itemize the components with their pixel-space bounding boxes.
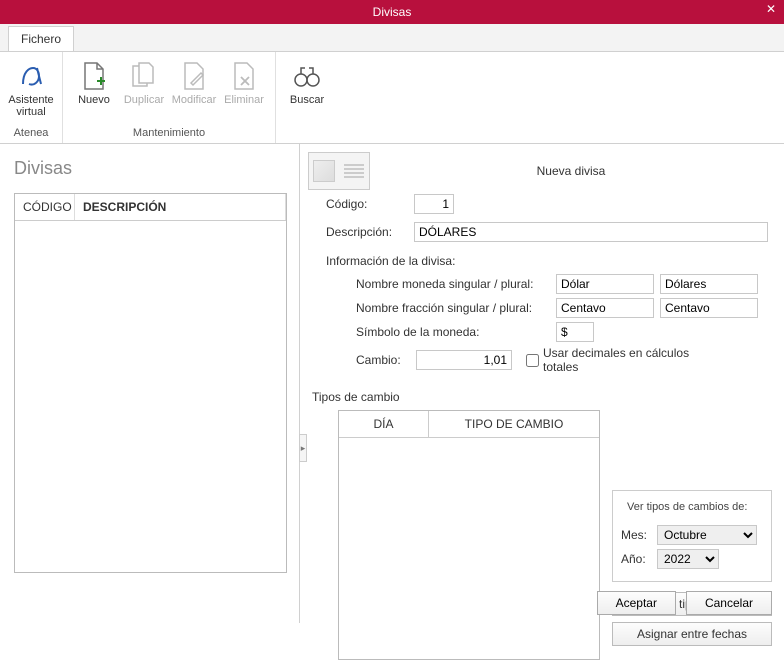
expander-handle[interactable]: ▸ — [299, 434, 307, 462]
nombre-moneda-label: Nombre moneda singular / plural: — [356, 277, 556, 291]
eliminar-button[interactable]: Eliminar — [219, 56, 269, 125]
titlebar: Divisas ✕ — [0, 0, 784, 24]
codigo-label: Código: — [326, 197, 414, 211]
group-label-atenea: Atenea — [14, 125, 49, 141]
codigo-input[interactable] — [414, 194, 454, 214]
asistente-virtual-button[interactable]: Asistente virtual — [6, 56, 56, 125]
cancelar-button[interactable]: Cancelar — [686, 591, 772, 615]
asignar-fechas-button[interactable]: Asignar entre fechas — [612, 622, 772, 646]
row-cambio: Cambio: Usar decimales en cálculos total… — [308, 344, 772, 376]
thumb-icon — [313, 160, 335, 182]
nombre-fraccion-label: Nombre fracción singular / plural: — [356, 301, 556, 315]
alpha-icon — [15, 60, 47, 92]
asistente-label: Asistente virtual — [8, 94, 54, 118]
group-label-empty — [305, 125, 308, 141]
simbolo-label: Símbolo de la moneda: — [356, 325, 556, 339]
grid-header: CÓDIGO DESCRIPCIÓN — [15, 194, 286, 221]
decimales-checkbox-wrap[interactable]: Usar decimales en cálculos totales — [526, 346, 726, 374]
lines-icon — [339, 153, 369, 189]
row-simbolo: Símbolo de la moneda: — [308, 320, 772, 344]
nuevo-label: Nuevo — [78, 94, 110, 106]
ribbon-tabstrip: Fichero — [0, 24, 784, 52]
page-title: Divisas — [14, 158, 287, 179]
panel-title: Nueva divisa — [370, 164, 772, 178]
group-label-mant: Mantenimiento — [133, 125, 205, 141]
modificar-button[interactable]: Modificar — [169, 56, 219, 125]
duplicate-icon — [128, 60, 160, 92]
nuevo-button[interactable]: Nuevo — [69, 56, 119, 125]
new-doc-icon — [78, 60, 110, 92]
tipos-grid-header: DÍA TIPO DE CAMBIO — [339, 411, 599, 438]
decimales-checkbox[interactable] — [526, 354, 539, 367]
col-codigo[interactable]: CÓDIGO — [15, 194, 75, 220]
dialog-footer: Aceptar Cancelar — [597, 591, 772, 615]
row-mes: Mes: Octubre — [621, 525, 763, 545]
ver-tipos-fieldset: Ver tipos de cambios de: Mes: Octubre Añ… — [612, 490, 772, 582]
row-nombre-fraccion: Nombre fracción singular / plural: — [308, 296, 772, 320]
main-area: Divisas CÓDIGO DESCRIPCIÓN ▸ Nueva divis… — [0, 144, 784, 623]
aceptar-button[interactable]: Aceptar — [597, 591, 676, 615]
binoculars-icon — [291, 60, 323, 92]
ribbon-group-mantenimiento: Nuevo Duplicar Modificar Eliminar — [63, 52, 276, 143]
ribbon-group-buscar: Buscar — [276, 52, 338, 143]
duplicar-label: Duplicar — [124, 94, 164, 106]
ano-label: Año: — [621, 552, 657, 566]
panel-header: Nueva divisa — [308, 152, 772, 190]
left-panel: Divisas CÓDIGO DESCRIPCIÓN — [0, 144, 300, 623]
close-icon[interactable]: ✕ — [766, 2, 776, 16]
descripcion-label: Descripción: — [326, 225, 414, 239]
nombre-fraccion-plur-input[interactable] — [660, 298, 758, 318]
ribbon-group-atenea: Asistente virtual Atenea — [0, 52, 63, 143]
mes-select[interactable]: Octubre — [657, 525, 757, 545]
cambio-label: Cambio: — [356, 353, 416, 367]
nombre-moneda-sing-input[interactable] — [556, 274, 654, 294]
col-tipo-cambio[interactable]: TIPO DE CAMBIO — [429, 411, 599, 437]
delete-icon — [228, 60, 260, 92]
row-ano: Año: 2022 — [621, 549, 763, 569]
buscar-label: Buscar — [290, 94, 324, 106]
buscar-button[interactable]: Buscar — [282, 56, 332, 125]
row-codigo: Código: — [308, 194, 772, 214]
modificar-label: Modificar — [172, 94, 217, 106]
row-descripcion: Descripción: — [308, 222, 772, 242]
duplicar-button[interactable]: Duplicar — [119, 56, 169, 125]
info-label: Información de la divisa: — [308, 246, 772, 272]
eliminar-label: Eliminar — [224, 94, 264, 106]
mes-label: Mes: — [621, 528, 657, 542]
nombre-moneda-plur-input[interactable] — [660, 274, 758, 294]
tipos-label: Tipos de cambio — [308, 376, 772, 410]
window-title: Divisas — [373, 5, 412, 19]
decimales-label: Usar decimales en cálculos totales — [543, 346, 726, 374]
row-nombre-moneda: Nombre moneda singular / plural: — [308, 272, 772, 296]
ribbon: Asistente virtual Atenea Nuevo Duplicar — [0, 52, 784, 144]
edit-icon — [178, 60, 210, 92]
ver-tipos-label: Ver tipos de cambios de: — [623, 501, 751, 513]
divisas-grid[interactable]: CÓDIGO DESCRIPCIÓN — [14, 193, 287, 573]
ano-select[interactable]: 2022 — [657, 549, 719, 569]
detail-panel: ▸ Nueva divisa Código: Descripción: Info… — [300, 144, 784, 623]
cambio-input[interactable] — [416, 350, 512, 370]
col-dia[interactable]: DÍA — [339, 411, 429, 437]
col-descripcion[interactable]: DESCRIPCIÓN — [75, 194, 286, 220]
nombre-fraccion-sing-input[interactable] — [556, 298, 654, 318]
descripcion-input[interactable] — [414, 222, 768, 242]
simbolo-input[interactable] — [556, 322, 594, 342]
tab-fichero[interactable]: Fichero — [8, 26, 74, 51]
view-mode-icon[interactable] — [308, 152, 370, 190]
